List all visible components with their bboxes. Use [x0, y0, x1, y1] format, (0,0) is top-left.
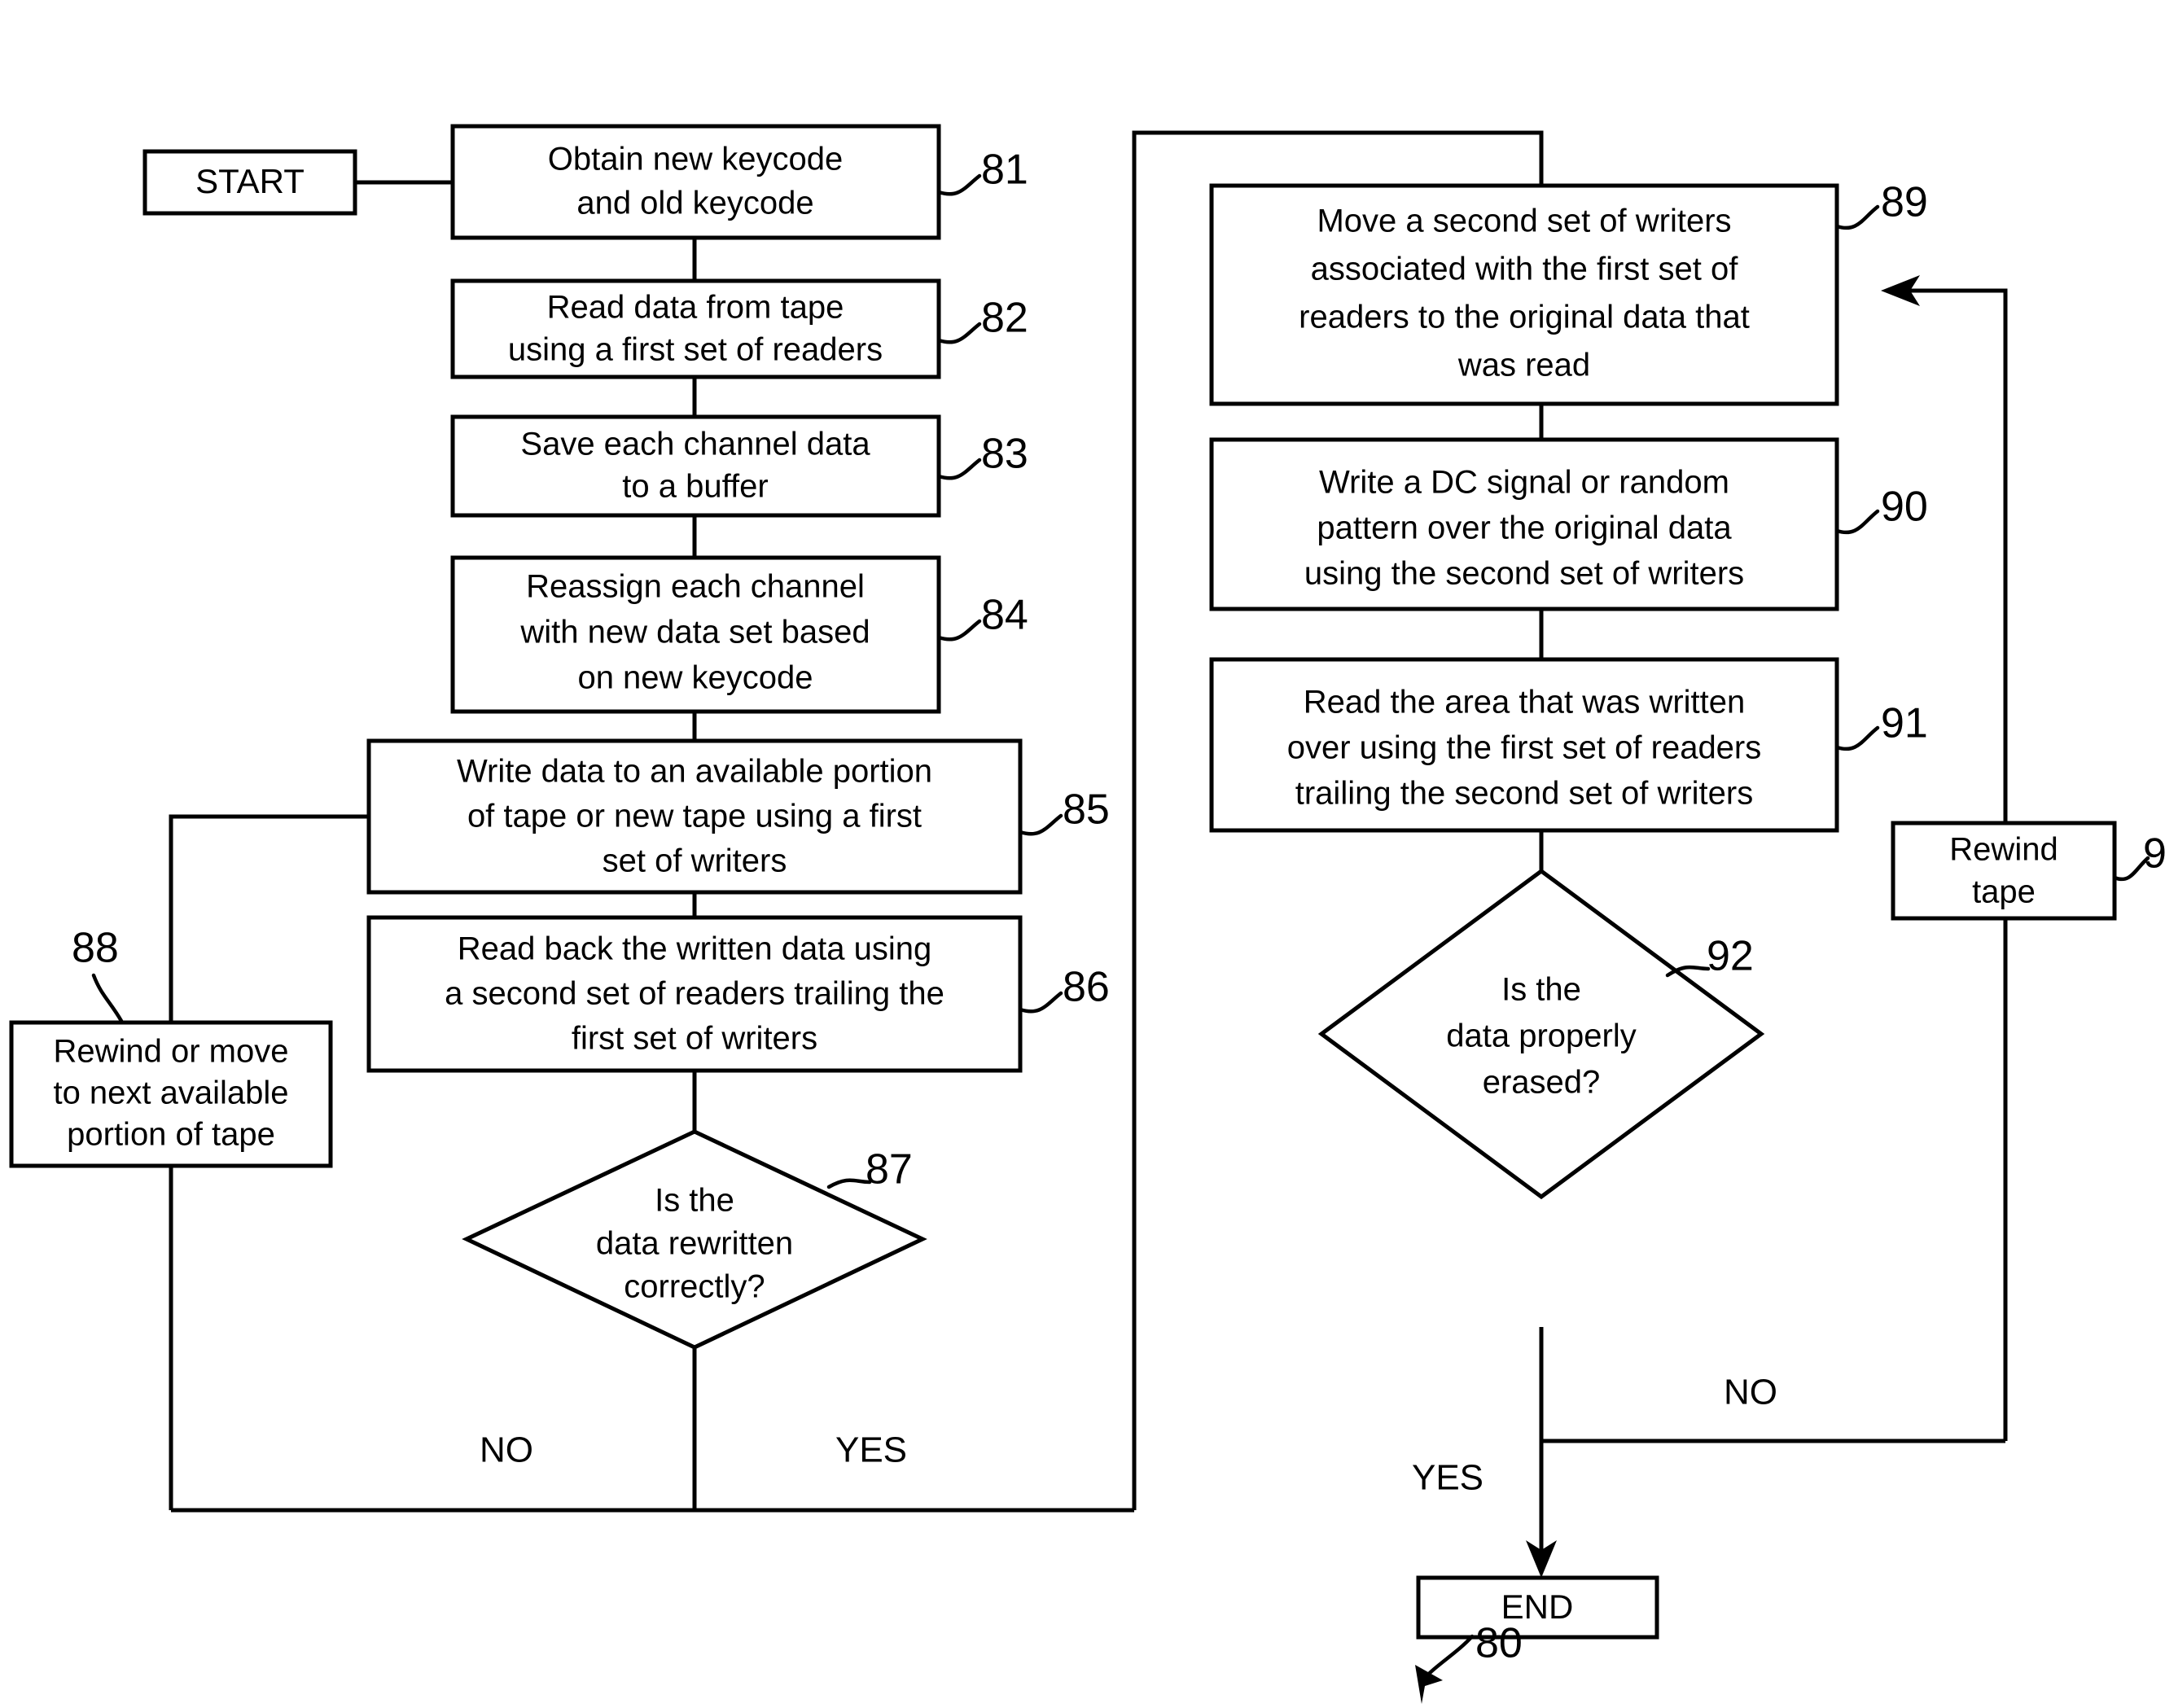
node-step-89: Move a second set of writers associated … — [1209, 179, 1928, 406]
node-start: START — [142, 149, 357, 216]
leader-88 — [91, 973, 124, 1023]
flowchart-figure: START Obtain new keycode and old keycode… — [0, 0, 2165, 1708]
leader-91 — [1834, 725, 1880, 751]
decision-92-line-3: erased? — [1483, 1065, 1601, 1101]
step-84-line-3: on new keycode — [577, 660, 813, 696]
ref-number-92: 92 — [1707, 933, 1754, 980]
ref-number-86: 86 — [1063, 964, 1110, 1011]
step-90-line-1: Write a DC signal or random — [1319, 465, 1729, 501]
step-86-line-1: Read back the written data using — [458, 931, 932, 967]
ref-number-91: 91 — [1881, 700, 1928, 747]
step-85-line-2: of tape or new tape using a first — [467, 799, 922, 834]
connector-88-to-85 — [169, 814, 369, 1023]
step-81-line-2: and old keycode — [576, 186, 813, 221]
step-89-line-3: readers to the original data that — [1299, 300, 1750, 335]
decision-87-branch-yes: YES — [835, 1430, 907, 1470]
node-step-93: Rewind tape 93 — [1891, 821, 2165, 921]
leader-82 — [936, 322, 982, 344]
arrowhead-figure-80 — [1415, 1665, 1443, 1704]
leader-87 — [826, 1178, 872, 1189]
ref-number-88: 88 — [72, 925, 119, 972]
ref-number-90: 90 — [1881, 484, 1928, 531]
step-91-line-2: over using the first set of readers — [1287, 730, 1762, 766]
leader-89 — [1834, 204, 1880, 230]
ref-number-81: 81 — [981, 147, 1028, 194]
node-step-83: Save each channel data to a buffer 83 — [450, 414, 1028, 518]
step-84-line-1: Reassign each channel — [526, 569, 865, 605]
node-decision-92: Is the data properly erased? 92 YES NO — [1317, 868, 1777, 1498]
decision-92-line-1: Is the — [1501, 972, 1581, 1008]
step-91-line-1: Read the area that was written — [1304, 685, 1746, 720]
step-89-line-1: Move a second set of writers — [1317, 204, 1731, 239]
step-88-line-2: to next available — [53, 1075, 288, 1111]
node-end: END — [1416, 1575, 1659, 1640]
step-85-line-1: Write data to an available portion — [457, 754, 932, 790]
node-step-90: Write a DC signal or random pattern over… — [1209, 437, 1928, 611]
decision-87-line-3: correctly? — [624, 1269, 765, 1305]
step-89-line-2: associated with the first set of — [1311, 252, 1739, 287]
step-93-line-1: Rewind — [1949, 832, 2058, 868]
step-88-line-1: Rewind or move — [53, 1034, 288, 1070]
step-91-line-3: trailing the second set of writers — [1295, 776, 1753, 812]
step-86-line-3: first set of writers — [572, 1021, 817, 1057]
decision-87-line-2: data rewritten — [596, 1226, 793, 1262]
node-step-84: Reassign each channel with new data set … — [450, 555, 1028, 714]
ref-number-85: 85 — [1063, 786, 1110, 834]
node-step-81: Obtain new keycode and old keycode 81 — [450, 124, 1028, 240]
leader-81 — [936, 173, 982, 196]
step-83-line-2: to a buffer — [622, 469, 768, 505]
leader-90 — [1834, 509, 1880, 535]
node-step-91: Read the area that was written over usin… — [1209, 657, 1928, 833]
step-85-line-3: set of writers — [603, 843, 787, 879]
leader-83 — [936, 458, 982, 480]
step-93-line-2: tape — [1972, 874, 2036, 910]
figure-number: 80 — [1475, 1620, 1523, 1667]
decision-92-branch-no: NO — [1724, 1373, 1777, 1412]
leader-86 — [1018, 991, 1063, 1014]
leader-84 — [936, 619, 982, 642]
step-89-line-4: was read — [1457, 348, 1590, 383]
step-81-line-1: Obtain new keycode — [548, 142, 843, 177]
start-label: START — [195, 162, 305, 200]
leader-85 — [1018, 813, 1063, 836]
decision-87-line-1: Is the — [655, 1183, 734, 1219]
ref-number-87: 87 — [866, 1146, 913, 1193]
node-step-82: Read data from tape using a first set of… — [450, 278, 1028, 379]
step-83-line-1: Save each channel data — [520, 427, 870, 462]
decision-92-branch-yes: YES — [1412, 1458, 1484, 1498]
step-88-line-3: portion of tape — [67, 1117, 275, 1153]
step-86-line-2: a second set of readers trailing the — [445, 976, 944, 1012]
ref-number-83: 83 — [981, 431, 1028, 478]
step-82-line-1: Read data from tape — [547, 290, 844, 326]
ref-number-89: 89 — [1881, 179, 1928, 226]
decision-87-branch-no: NO — [480, 1430, 533, 1470]
flowchart-canvas: START Obtain new keycode and old keycode… — [9, 124, 2165, 1704]
step-82-line-2: using a first set of readers — [508, 332, 883, 368]
step-84-line-2: with new data set based — [519, 615, 870, 650]
step-90-line-2: pattern over the original data — [1317, 510, 1732, 546]
step-90-line-3: using the second set of writers — [1304, 556, 1744, 592]
ref-number-84: 84 — [981, 592, 1028, 639]
node-step-85: Write data to an available portion of ta… — [366, 738, 1110, 895]
ref-number-82: 82 — [981, 295, 1028, 342]
leader-figure-80 — [1421, 1634, 1475, 1682]
node-step-86: Read back the written data using a secon… — [366, 915, 1110, 1073]
ref-number-93: 93 — [2143, 830, 2165, 878]
decision-92-line-2: data properly — [1446, 1018, 1636, 1054]
